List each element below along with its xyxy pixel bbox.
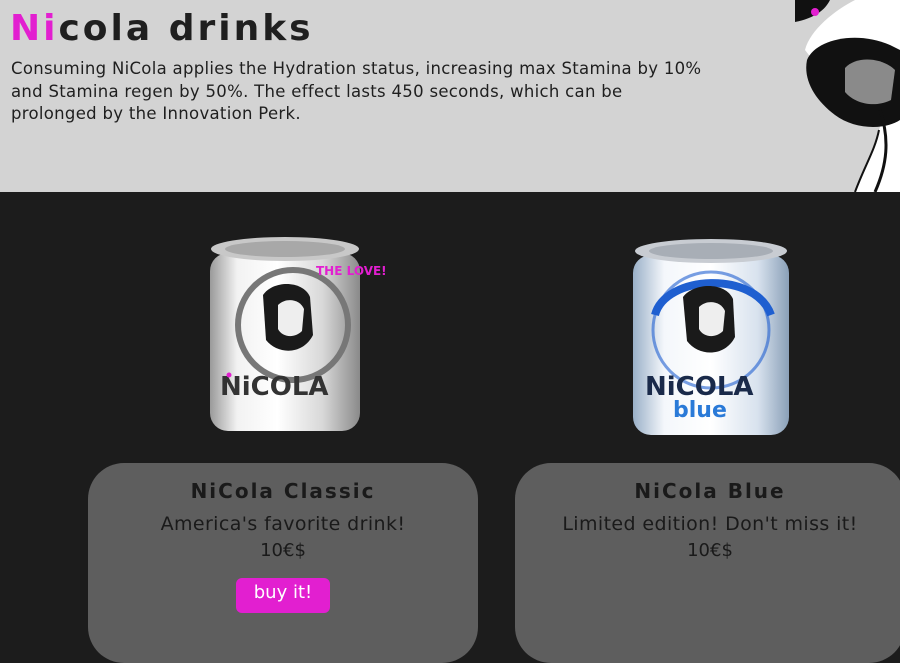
- mascot-illustration: [795, 0, 900, 192]
- product-tagline: America's favorite drink!: [160, 513, 406, 535]
- product-name: NiCola Blue: [634, 479, 786, 503]
- product-tagline: Limited edition! Don't miss it!: [562, 513, 858, 535]
- product-nicola-blue: NiCOLA blue NiCola Blue Limited edition!…: [515, 235, 900, 663]
- page-description: Consuming NiCola applies the Hydration s…: [11, 59, 702, 123]
- product-card-classic: NiCola Classic America's favorite drink!…: [88, 463, 478, 663]
- page-title: Nicola drinks: [10, 8, 314, 50]
- can-blue-illustration: NiCOLA blue: [633, 239, 789, 435]
- product-nicola-classic: THE LOVE! NiCOLA NiCola Classic America'…: [88, 235, 478, 663]
- product-name: NiCola Classic: [190, 479, 376, 503]
- title-accent: Ni: [10, 8, 59, 49]
- can-classic-brand: NiCOLA: [220, 372, 329, 402]
- can-image-blue: NiCOLA blue: [515, 235, 900, 445]
- product-price: 10€$: [260, 540, 306, 561]
- product-price: 10€$: [687, 540, 733, 561]
- can-image-classic: THE LOVE! NiCOLA: [88, 235, 478, 445]
- can-classic-illustration: THE LOVE! NiCOLA: [210, 237, 387, 431]
- buy-button[interactable]: buy it!: [235, 578, 331, 613]
- title-rest: cola drinks: [58, 8, 314, 49]
- page-header: Nicola drinks Consuming NiCola applies t…: [0, 0, 900, 192]
- product-card-blue: NiCola Blue Limited edition! Don't miss …: [515, 463, 900, 663]
- can-blue-variant: blue: [673, 398, 727, 423]
- can-classic-slogan: THE LOVE!: [316, 264, 387, 278]
